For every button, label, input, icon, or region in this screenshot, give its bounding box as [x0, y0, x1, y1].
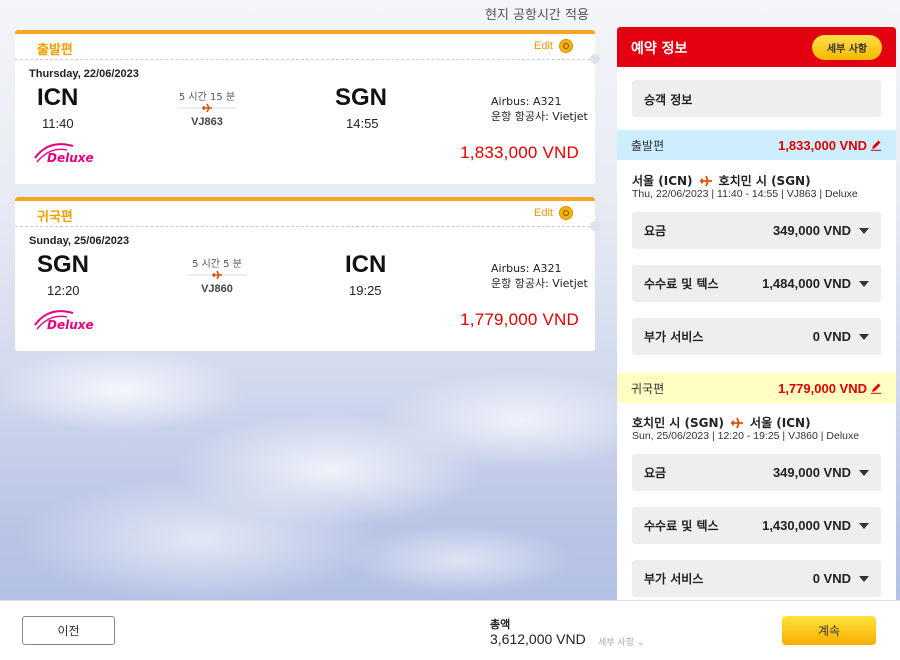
plane-icon	[731, 417, 744, 428]
total-label: 총액	[490, 618, 511, 631]
card-header: 출발편 Edit	[15, 34, 595, 60]
edit-link[interactable]: Edit	[534, 207, 553, 219]
flight-number: VJ863	[191, 116, 223, 128]
fee-value: 0 VND	[812, 329, 851, 344]
flight-price: 1,779,000 VND	[460, 310, 579, 329]
arrival-time: 14:55	[346, 116, 379, 131]
aircraft-label: Airbus: A321	[491, 95, 562, 108]
fee-name: 수수료 및 텍스	[644, 519, 719, 533]
outbound-segment-bar: 출발편 1,833,000 VND	[617, 130, 896, 160]
flight-number: VJ860	[201, 283, 233, 295]
origin-code: SGN	[37, 251, 90, 278]
booking-summary-panel: 예약 정보 세부 사항 승객 정보 출발편 1,833,000 VND 서울 (…	[617, 27, 896, 600]
panel-title: 예약 정보	[631, 41, 688, 57]
origin-code: ICN	[37, 84, 79, 111]
operator-label: 운항 항공사: Vietjet	[491, 277, 588, 290]
route-destination: 호치민 시 (SGN)	[718, 174, 811, 188]
plane-icon	[699, 175, 712, 186]
caret-down-icon[interactable]	[859, 227, 869, 234]
destination-code: ICN	[345, 251, 387, 278]
fee-row-taxes[interactable]: 수수료 및 텍스 1,484,000 VND	[632, 265, 881, 302]
timezone-note: 현지 공항시간 적용	[485, 8, 589, 23]
caret-down-icon[interactable]	[859, 280, 869, 287]
caret-down-icon[interactable]	[859, 575, 869, 582]
edit-icon[interactable]	[559, 39, 573, 53]
fee-value: 349,000 VND	[772, 465, 851, 480]
total-amount: 3,612,000 VND	[490, 631, 586, 647]
edit-icon[interactable]	[559, 206, 573, 220]
fee-row-fare[interactable]: 요금 349,000 VND	[632, 454, 881, 491]
departure-flight-card: 출발편 Edit Thursday, 22/06/2023 ICN 11:40 …	[15, 30, 600, 184]
pencil-icon[interactable]	[870, 382, 882, 394]
departure-time: 12:20	[47, 283, 80, 298]
fee-row-fare[interactable]: 요금 349,000 VND	[632, 212, 881, 249]
fee-value: 1,430,000 VND	[762, 518, 851, 533]
outbound-route: 서울 (ICN) 호치민 시 (SGN)	[632, 172, 811, 189]
segment-amount-text: 1,779,000 VND	[778, 380, 867, 396]
segment-label: 귀국편	[631, 381, 665, 396]
deluxe-logo: Deluxe	[34, 310, 94, 332]
fee-value: 0 VND	[812, 571, 851, 586]
fee-row-addons[interactable]: 부가 서비스 0 VND	[632, 560, 881, 597]
caret-down-icon[interactable]	[859, 522, 869, 529]
fee-name: 수수료 및 텍스	[644, 277, 719, 291]
route-origin: 서울 (ICN)	[632, 174, 693, 188]
previous-button[interactable]: 이전	[22, 616, 115, 645]
pencil-icon[interactable]	[870, 139, 882, 151]
plane-icon	[187, 270, 247, 280]
fee-row-addons[interactable]: 부가 서비스 0 VND	[632, 318, 881, 355]
segment-amount[interactable]: 1,833,000 VND	[778, 138, 882, 153]
fee-value: 1,484,000 VND	[762, 276, 851, 291]
segment-amount-text: 1,833,000 VND	[778, 137, 867, 153]
details-button[interactable]: 세부 사항	[812, 35, 882, 60]
fee-row-taxes[interactable]: 수수료 및 텍스 1,430,000 VND	[632, 507, 881, 544]
panel-header: 예약 정보 세부 사항	[617, 27, 896, 67]
destination-code: SGN	[335, 84, 388, 111]
flight-date: Thursday, 22/06/2023	[29, 68, 139, 80]
flight-duration: 5 시간 15 분	[178, 92, 236, 103]
route-detail: Sun, 25/06/2023 | 12:20 - 19:25 | VJ860 …	[632, 430, 860, 442]
edit-link[interactable]: Edit	[534, 40, 553, 52]
route-destination: 서울 (ICN)	[750, 416, 811, 430]
caret-down-icon[interactable]	[859, 469, 869, 476]
fee-name: 부가 서비스	[644, 572, 704, 586]
flight-price: 1,833,000 VND	[460, 143, 579, 162]
total-details-toggle[interactable]: 세부 사항 ⌄	[598, 635, 644, 648]
plane-icon	[177, 103, 237, 113]
aircraft-label: Airbus: A321	[491, 262, 562, 275]
return-flight-card: 귀국편 Edit Sunday, 25/06/2023 SGN 12:20 5 …	[15, 197, 600, 351]
return-route: 호치민 시 (SGN) 서울 (ICN)	[632, 414, 811, 431]
flight-info: Airbus: A321 운항 항공사: Vietjet	[491, 94, 588, 124]
fee-name: 요금	[644, 224, 667, 238]
fee-name: 요금	[644, 466, 667, 480]
segment-amount[interactable]: 1,779,000 VND	[778, 381, 882, 396]
edit-departure[interactable]: Edit	[534, 39, 573, 53]
segment-label: 출발편	[631, 138, 665, 153]
deluxe-logo: Deluxe	[34, 143, 94, 165]
route-detail: Thu, 22/06/2023 | 11:40 - 14:55 | VJ863 …	[632, 188, 858, 200]
continue-button[interactable]: 계속	[782, 616, 876, 645]
fare-class-label: Deluxe	[47, 151, 94, 165]
arrival-time: 19:25	[349, 283, 382, 298]
fare-class-label: Deluxe	[47, 318, 94, 332]
fee-name: 부가 서비스	[644, 330, 704, 344]
chevron-down-icon: ⌄	[636, 638, 645, 648]
flight-date: Sunday, 25/06/2023	[29, 235, 130, 247]
flight-duration: 5 시간 5 분	[192, 259, 242, 270]
card-title: 귀국편	[37, 210, 73, 225]
caret-down-icon[interactable]	[859, 333, 869, 340]
fee-value: 349,000 VND	[772, 223, 851, 238]
total-details-label: 세부 사항	[598, 638, 634, 648]
passenger-info-row[interactable]: 승객 정보	[632, 80, 881, 117]
edit-return[interactable]: Edit	[534, 206, 573, 220]
card-title: 출발편	[37, 43, 73, 58]
flight-info: Airbus: A321 운항 항공사: Vietjet	[491, 261, 588, 291]
card-header: 귀국편 Edit	[15, 201, 595, 227]
return-segment-bar: 귀국편 1,779,000 VND	[617, 373, 896, 403]
route-origin: 호치민 시 (SGN)	[632, 416, 725, 430]
operator-label: 운항 항공사: Vietjet	[491, 110, 588, 123]
departure-time: 11:40	[42, 116, 74, 131]
footer-bar: 이전 총액 3,612,000 VND 세부 사항 ⌄ 계속	[0, 600, 900, 660]
